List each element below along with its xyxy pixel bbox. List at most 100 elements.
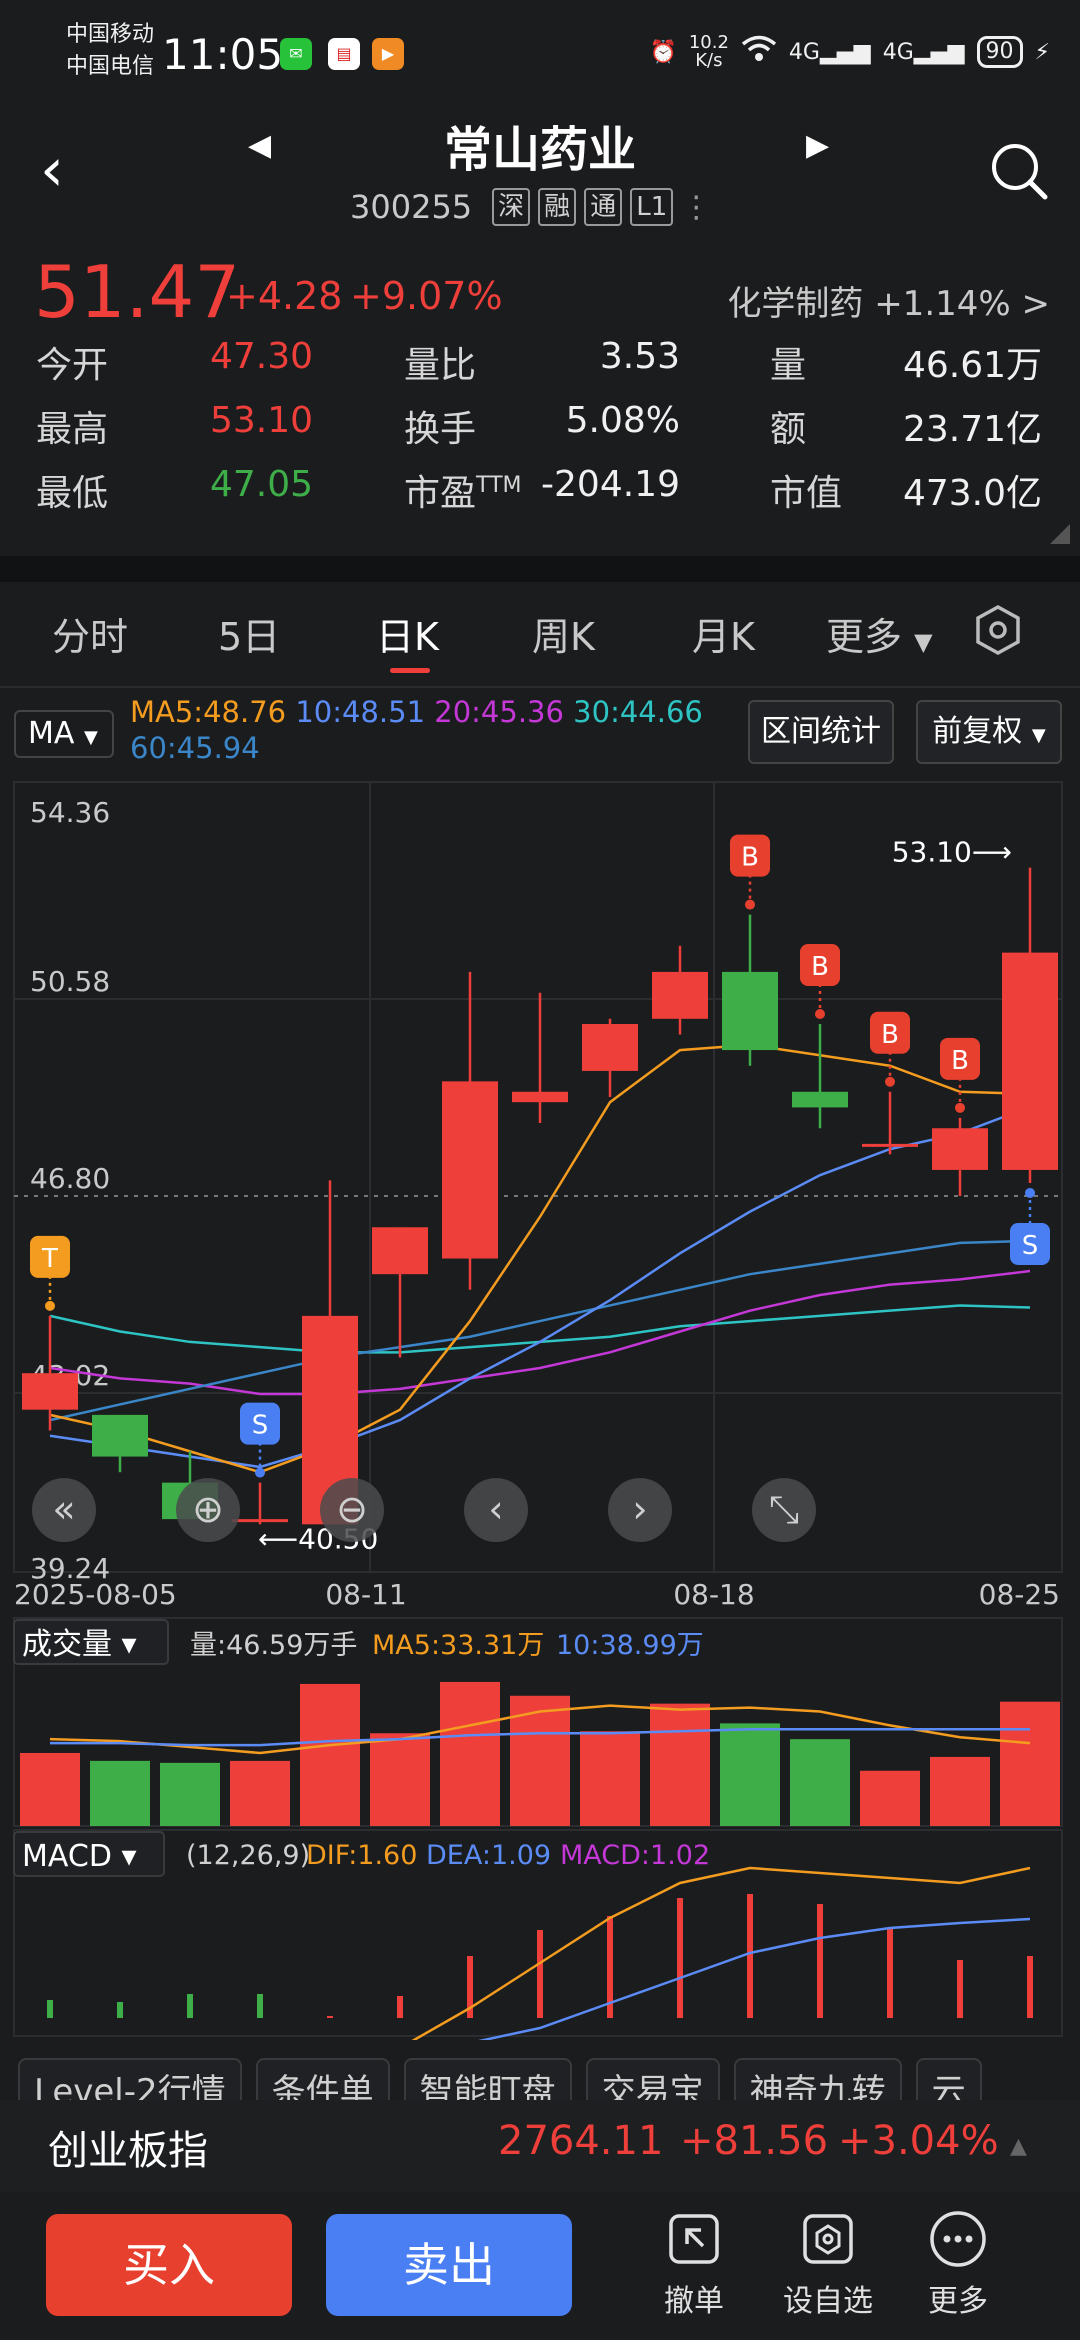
candle-body: [652, 971, 708, 1019]
candle-body: [92, 1414, 148, 1457]
more-button[interactable]: 更多: [898, 2206, 1018, 2320]
signal-icon-1: 4G▂▄▆: [788, 39, 871, 65]
signal-marker-text: B: [811, 952, 829, 982]
candle-body: [862, 1143, 918, 1147]
macd-selector-label: MACD ▾: [22, 1839, 137, 1874]
volume-bar: [1000, 1701, 1060, 1826]
add-watchlist-icon: [768, 2206, 888, 2272]
wechat-icon: ✉: [280, 38, 312, 70]
buy-button[interactable]: 买入: [46, 2214, 292, 2316]
tab-5day[interactable]: 5日: [218, 606, 280, 661]
volume-bar: [930, 1756, 990, 1826]
adjust-selector[interactable]: 前复权 ▼: [916, 700, 1062, 764]
volume-bar: [90, 1760, 150, 1826]
status-time: 11:05: [162, 30, 284, 79]
tab-monthly-k[interactable]: 月K: [692, 606, 755, 661]
macd-bar: [817, 1904, 823, 2018]
volume-bar: [230, 1760, 290, 1826]
sector-link[interactable]: 化学制药 +1.14% >: [727, 276, 1050, 325]
candle-body: [372, 1227, 428, 1275]
tab-more[interactable]: 更多 ▼: [826, 606, 933, 661]
kline-chart[interactable]: 54.3650.5846.8043.0239.2453.10⟶⟵40.50TSB…: [0, 770, 1080, 2040]
news-app-icon: ▤: [328, 38, 360, 70]
mktcap-label: 市值: [770, 473, 843, 514]
ma-selector[interactable]: MA ▼: [14, 710, 114, 758]
zoom-out-icon: ⊖: [336, 1487, 368, 1531]
macd-dea-value: DEA:1.09: [426, 1840, 551, 1871]
price-change: +4.28: [226, 274, 343, 318]
fullscreen-icon: ⤡: [769, 1487, 799, 1531]
amount-label: 额: [770, 409, 807, 450]
search-icon[interactable]: [988, 140, 1050, 206]
stock-name: 常山药业: [443, 122, 636, 178]
video-app-icon: ▶: [372, 38, 404, 70]
x-axis-label: 08-11: [325, 1578, 406, 1611]
x-axis-label: 08-25: [979, 1578, 1060, 1611]
add-watchlist-button[interactable]: 设自选: [768, 2206, 888, 2320]
signal-marker-text: B: [881, 1020, 899, 1050]
next-candle-icon: ›: [632, 1487, 647, 1531]
y-axis-label: 50.58: [30, 965, 110, 998]
index-change: +81.56: [680, 2118, 829, 2164]
tab-daily-k[interactable]: 日K: [376, 606, 439, 661]
open-value: 47.30: [210, 336, 314, 377]
current-price: 51.47: [34, 250, 241, 334]
tab-intraday[interactable]: 分时: [52, 606, 128, 661]
volume-bar: [440, 1681, 500, 1826]
volume-selector-label: 成交量 ▾: [22, 1627, 137, 1662]
ma30-line: [49, 1304, 1031, 1354]
sell-button[interactable]: 卖出: [326, 2214, 572, 2316]
ma30-value: 30:44.66: [573, 695, 703, 729]
settings-hexagon-icon[interactable]: [972, 604, 1024, 660]
macd-bar: [47, 2000, 53, 2018]
section-divider: [0, 556, 1080, 582]
wifi-icon: [741, 35, 777, 69]
active-tab-underline: [390, 668, 430, 673]
candle-body: [722, 971, 778, 1051]
volume-bar: [160, 1762, 220, 1826]
expand-corner-icon[interactable]: [1050, 524, 1070, 544]
volume-value: 46.61万: [902, 345, 1042, 386]
more-dots-icon[interactable]: ⋮: [681, 190, 711, 225]
tab-weekly-k[interactable]: 周K: [532, 606, 595, 661]
cancel-order-button[interactable]: 撤单: [634, 2206, 754, 2320]
y-axis-label: 46.80: [30, 1162, 110, 1195]
scroll-left-icon: «: [52, 1487, 75, 1531]
macd-params: (12,26,9): [186, 1840, 310, 1871]
ma5-value: MA5:48.76: [130, 695, 287, 729]
cancel-order-icon: [634, 2206, 754, 2272]
range-stat-button[interactable]: 区间统计: [748, 700, 894, 764]
pe-value: -204.19: [541, 464, 680, 505]
macd-bar: [677, 1898, 683, 2018]
macd-bar: [747, 1894, 753, 2018]
signal-marker-text: B: [741, 843, 759, 873]
stock-code-row: 300255 深 融 通 L1 ⋮: [350, 188, 711, 226]
ma10-line: [49, 1105, 1031, 1469]
macd-bar: [187, 1994, 193, 2018]
low-value: 47.05: [210, 464, 314, 505]
system-icons: ⏰ 10.2 K/s 4G▂▄▆ 4G▂▄▆ 90 ⚡: [649, 32, 1050, 72]
macd-bar: [397, 1996, 403, 2018]
tabs-divider: [0, 686, 1080, 688]
net-speed: 10.2 K/s: [688, 32, 729, 71]
caret-down-icon: ▼: [83, 727, 98, 748]
volume-bar: [790, 1739, 850, 1826]
volume-bar: [860, 1770, 920, 1826]
next-stock-button[interactable]: ▶: [806, 128, 829, 163]
volume-label: 量: [770, 345, 807, 386]
high-label: 最高: [36, 409, 109, 450]
index-expand-icon[interactable]: ▲: [1010, 2134, 1027, 2159]
zoom-in-icon: ⊕: [192, 1487, 224, 1531]
alarm-icon: ⏰: [649, 39, 677, 65]
ma10-value: 10:48.51: [295, 695, 426, 729]
macd-bar: [327, 2016, 333, 2018]
vol-ratio-value: 3.53: [599, 336, 680, 377]
carrier-1: 中国移动: [66, 22, 155, 47]
candle-body: [442, 1081, 498, 1259]
volume-ma10: 10:38.99万: [556, 1630, 704, 1661]
index-name: 创业板指: [48, 2128, 208, 2174]
open-label: 今开: [36, 345, 109, 386]
ma60-value: 60:45.94: [130, 731, 260, 765]
macd-bar: [117, 2002, 123, 2018]
volume-bar: [650, 1703, 710, 1826]
